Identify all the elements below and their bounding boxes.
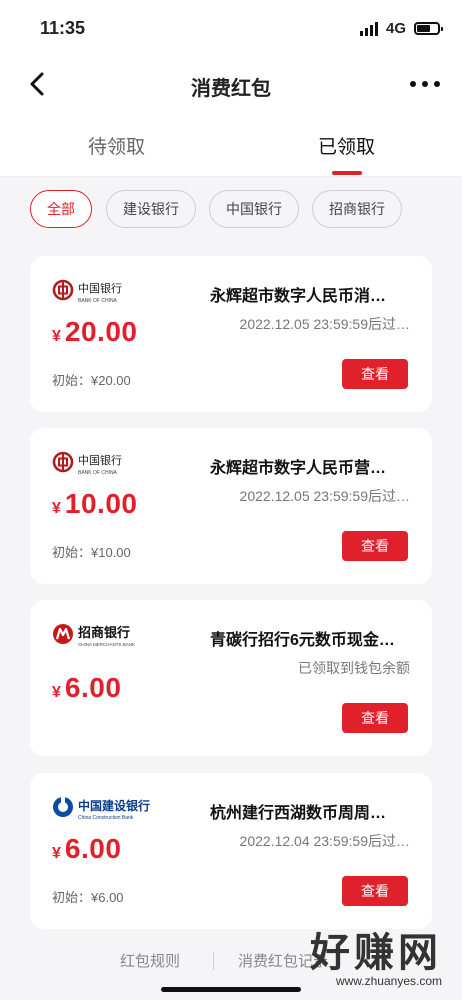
coupon-initial: 初始：¥6.00	[52, 890, 124, 905]
coupon-title: 永辉超市数字人民币消…	[210, 288, 387, 305]
watermark: 好赚网 www.zhuanyes.com	[310, 920, 442, 988]
more-icon[interactable]	[410, 74, 440, 94]
view-button[interactable]: 查看	[342, 531, 408, 561]
svg-text:BANK OF CHINA: BANK OF CHINA	[78, 298, 118, 304]
ccb-logo: 中国建设银行 China Construction Bank	[53, 797, 150, 821]
signal-icon	[359, 21, 378, 36]
svg-text:中国银行: 中国银行	[78, 453, 122, 467]
rules-link[interactable]: 红包规则	[120, 950, 180, 971]
view-button[interactable]: 查看	[342, 703, 408, 733]
coupon-initial: 初始：¥10.00	[52, 545, 131, 560]
coupon-amount: ¥20.00	[52, 316, 138, 347]
coupon-amount: ¥6.00	[52, 833, 122, 864]
bank-of-china-logo: 中国银行 BANK OF CHINA	[52, 451, 122, 476]
svg-text:中国建设银行: 中国建设银行	[78, 798, 150, 813]
coupon-expiry: 2022.12.05 23:59:59后过…	[239, 316, 410, 332]
coupon-status: 已领取到钱包余额	[298, 660, 410, 676]
tab-received[interactable]: 已领取	[318, 132, 375, 159]
coupon-initial: 初始：¥20.00	[52, 373, 131, 388]
bank-of-china-logo: 中国银行 BANK OF CHINA	[52, 279, 122, 304]
svg-text:招商银行: 招商银行	[78, 625, 130, 641]
watermark-text: 好赚网	[310, 931, 442, 975]
svg-text:BANK OF CHINA: BANK OF CHINA	[78, 470, 118, 476]
coupon-card: 中国银行 BANK OF CHINA ¥20.00 初始：¥20.00 永辉超市…	[30, 256, 432, 412]
coupon-expiry: 2022.12.04 23:59:59后过…	[239, 833, 410, 849]
status-icons: 4G	[359, 20, 443, 37]
status-time: 11:35	[40, 18, 86, 38]
filter-all[interactable]: 全部	[30, 190, 92, 228]
svg-text:CHINA MERCHANTS BANK: CHINA MERCHANTS BANK	[78, 642, 135, 647]
coupon-card: 招商银行 CHINA MERCHANTS BANK ¥6.00 青碳行招行6元数…	[30, 600, 432, 756]
nav-bar: 消费红包	[0, 60, 462, 110]
filter-boc[interactable]: 中国银行	[209, 190, 299, 228]
status-bar: 11:35 4G	[0, 0, 462, 60]
coupon-expiry: 2022.12.05 23:59:59后过…	[239, 488, 410, 504]
active-tab-indicator	[332, 171, 362, 175]
coupon-title: 杭州建行西湖数币周周…	[210, 805, 387, 822]
coupon-title: 青碳行招行6元数币现金…	[210, 632, 395, 649]
home-indicator	[161, 987, 301, 992]
filter-ccb[interactable]: 建设银行	[106, 190, 196, 228]
svg-text:中国银行: 中国银行	[78, 281, 122, 295]
filter-cmb[interactable]: 招商银行	[312, 190, 402, 228]
svg-text:China Construction Bank: China Construction Bank	[78, 815, 134, 821]
footer-divider	[213, 952, 214, 970]
battery-icon	[414, 22, 443, 35]
tab-bar: 待领取 已领取	[0, 110, 462, 177]
tab-pending[interactable]: 待领取	[88, 132, 145, 159]
cmb-logo: 招商银行 CHINA MERCHANTS BANK	[53, 624, 135, 647]
coupon-card: 中国建设银行 China Construction Bank ¥6.00 初始：…	[30, 773, 432, 929]
coupon-title: 永辉超市数字人民币营…	[210, 460, 387, 477]
coupon-amount: ¥6.00	[52, 672, 122, 703]
page-title: 消费红包	[191, 78, 271, 100]
view-button[interactable]: 查看	[342, 876, 408, 906]
coupon-amount: ¥10.00	[52, 488, 138, 519]
coupon-card: 中国银行 BANK OF CHINA ¥10.00 初始：¥10.00 永辉超市…	[30, 428, 432, 584]
view-button[interactable]: 查看	[342, 359, 408, 389]
filter-chips: 全部 建设银行 中国银行 招商银行	[0, 190, 462, 234]
network-type: 4G	[385, 20, 406, 37]
